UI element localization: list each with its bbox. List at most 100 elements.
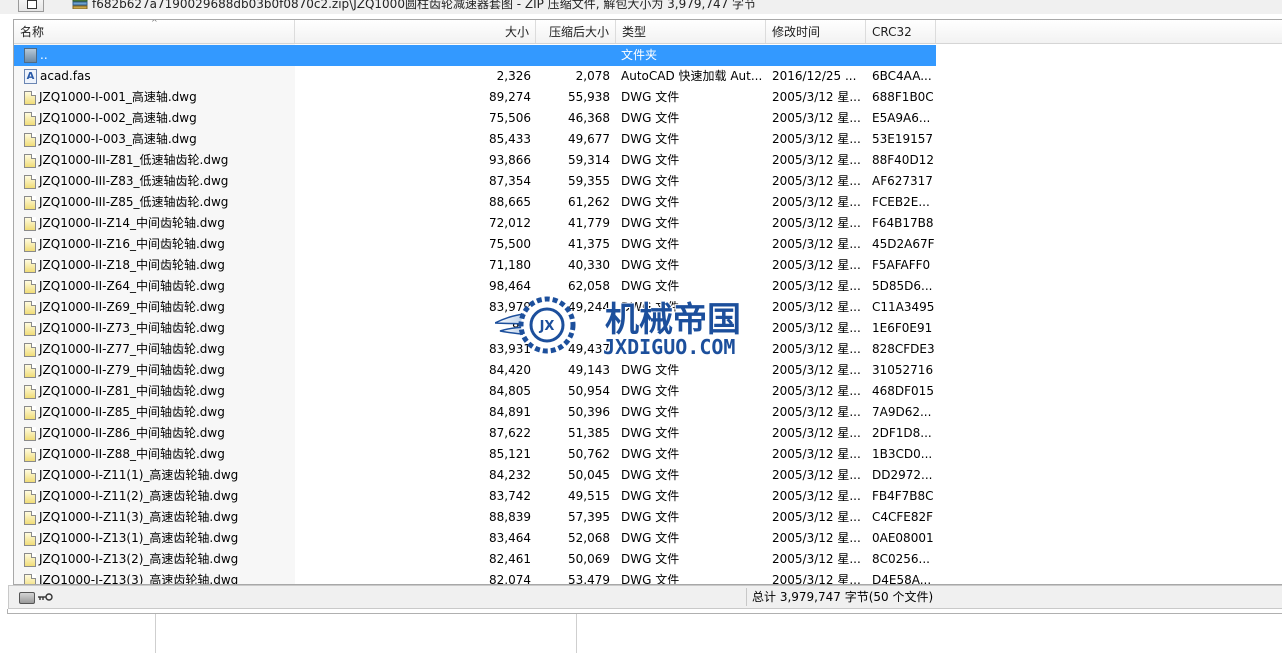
file-name: JZQ1000-II-Z64_中间轴齿轮.dwg — [39, 279, 225, 293]
file-name: JZQ1000-II-Z69_中间轴齿轮.dwg — [39, 300, 225, 314]
file-type: DWG 文件 — [621, 90, 680, 104]
file-row[interactable]: JZQ1000-II-Z85_中间轴齿轮.dwg 84,891 50,396 DWG … — [14, 402, 936, 423]
file-size: 93,866 — [489, 153, 531, 167]
file-row[interactable]: JZQ1000-I-Z13(3)_高速齿轮轴.dwg 82,074 53,479 DW… — [14, 570, 936, 585]
file-size: 84,232 — [489, 468, 531, 482]
path-bar: f682b627a7190029688db03b0f0870c2.zip\JZQ… — [0, 0, 1282, 14]
file-modified: 2005/3/12 星... — [772, 552, 861, 566]
file-row[interactable]: JZQ1000-II-Z79_中间轴齿轮.dwg 84,420 49,143 DWG … — [14, 360, 936, 381]
file-row[interactable]: JZQ1000-I-Z13(1)_高速齿轮轴.dwg 83,464 52,068 DW… — [14, 528, 936, 549]
file-crc32: 1E6F0E91 — [872, 321, 933, 335]
file-crc32: 5D85D6... — [872, 279, 933, 293]
dwg-file-icon — [24, 405, 36, 420]
file-type: DWG 文件 — [621, 510, 680, 524]
file-name: JZQ1000-III-Z83_低速轴齿轮.dwg — [39, 174, 229, 188]
parent-folder-row[interactable]: .. 文件夹 — [14, 45, 936, 66]
file-row[interactable]: JZQ1000-II-Z81_中间轴齿轮.dwg 84,805 50,954 DWG … — [14, 381, 936, 402]
window-border — [7, 609, 1282, 614]
file-row[interactable]: JZQ1000-II-Z77_中间轴齿轮.dwg 83,931 49,437 2005… — [14, 339, 936, 360]
file-type: DWG 文件 — [621, 195, 680, 209]
file-packed-size — [535, 318, 610, 339]
file-row[interactable]: JZQ1000-II-Z14_中间齿轮轴.dwg 72,012 41,779 DWG … — [14, 213, 936, 234]
file-size: 82,074 — [489, 573, 531, 585]
file-modified: 2005/3/12 星... — [772, 468, 861, 482]
file-crc32: AF627317 — [872, 174, 933, 188]
file-name: JZQ1000-I-001_高速轴.dwg — [39, 90, 197, 104]
file-list[interactable]: 名称 ^ 大小 压缩后大小 类型 修改时间 CRC32 .. 文件夹 Aacad… — [13, 19, 1282, 585]
file-row[interactable]: JZQ1000-I-Z11(3)_高速齿轮轴.dwg 88,839 57,395 DW… — [14, 507, 936, 528]
dwg-file-icon — [24, 363, 36, 378]
file-row[interactable]: Aacad.fas 2,326 2,078 AutoCAD 快速加载 Aut... 20… — [14, 66, 936, 87]
file-row[interactable]: JZQ1000-II-Z73_中间轴齿轮.dwg 83, 2005/3/12 星..… — [14, 318, 936, 339]
file-modified: 2005/3/12 星... — [772, 384, 861, 398]
column-packed-label: 压缩后大小 — [548, 25, 609, 39]
column-name[interactable]: 名称 ^ — [14, 20, 295, 43]
file-row[interactable]: JZQ1000-I-003_高速轴.dwg 85,433 49,677 DWG 文件 2… — [14, 129, 936, 150]
dwg-file-icon — [24, 300, 36, 315]
file-row[interactable]: JZQ1000-III-Z81_低速轴齿轮.dwg 93,866 59,314 DWG… — [14, 150, 936, 171]
file-packed-size: 62,058 — [568, 279, 610, 293]
dwg-file-icon — [24, 237, 36, 252]
file-modified: 2005/3/12 星... — [772, 111, 861, 125]
file-row[interactable]: JZQ1000-II-Z69_中间轴齿轮.dwg 83,979 49,244 DWG … — [14, 297, 936, 318]
file-row[interactable]: JZQ1000-I-001_高速轴.dwg 89,274 55,938 DWG 文件 2… — [14, 87, 936, 108]
column-crc32[interactable]: CRC32 — [866, 20, 936, 43]
file-type: DWG 文件 — [621, 552, 680, 566]
column-type[interactable]: 类型 — [616, 20, 766, 43]
file-row[interactable]: JZQ1000-II-Z18_中间齿轮轴.dwg 71,180 40,330 DWG … — [14, 255, 936, 276]
file-row[interactable]: JZQ1000-II-Z86_中间轴齿轮.dwg 87,622 51,385 DWG … — [14, 423, 936, 444]
file-size: 85,433 — [489, 132, 531, 146]
file-size: 88,839 — [489, 510, 531, 524]
file-type: DWG 文件 — [621, 279, 680, 293]
file-modified: 2005/3/12 星... — [772, 258, 861, 272]
file-crc32: 2DF1D8... — [872, 426, 932, 440]
column-packed-size[interactable]: 压缩后大小 — [536, 20, 616, 43]
file-type: DWG 文件 — [621, 384, 680, 398]
dwg-file-icon — [24, 510, 36, 525]
file-size: 87,354 — [489, 174, 531, 188]
file-name: acad.fas — [40, 69, 91, 83]
dwg-file-icon — [24, 468, 36, 483]
drive-icon[interactable] — [19, 592, 35, 604]
file-modified: 2005/3/12 星... — [772, 447, 861, 461]
file-name: JZQ1000-I-Z11(3)_高速齿轮轴.dwg — [39, 510, 239, 524]
file-type — [621, 318, 766, 339]
file-type: DWG 文件 — [621, 132, 680, 146]
file-row[interactable]: JZQ1000-II-Z64_中间轴齿轮.dwg 98,464 62,058 DWG … — [14, 276, 936, 297]
status-summary: 总计 3,979,747 字节(50 个文件) — [752, 590, 934, 604]
file-size: 88,665 — [489, 195, 531, 209]
file-packed-size: 49,244 — [568, 300, 610, 314]
file-crc32: D4E58A... — [872, 573, 932, 585]
file-crc32: DD2972... — [872, 468, 933, 482]
file-row[interactable]: JZQ1000-I-Z13(2)_高速齿轮轴.dwg 82,461 50,069 DW… — [14, 549, 936, 570]
file-row[interactable]: JZQ1000-I-Z11(1)_高速齿轮轴.dwg 84,232 50,045 DW… — [14, 465, 936, 486]
file-row[interactable]: JZQ1000-III-Z85_低速轴齿轮.dwg 88,665 61,262 DWG… — [14, 192, 936, 213]
column-modified[interactable]: 修改时间 — [766, 20, 866, 43]
file-packed-size: 59,355 — [568, 174, 610, 188]
file-row[interactable]: JZQ1000-I-002_高速轴.dwg 75,506 46,368 DWG 文件 2… — [14, 108, 936, 129]
dwg-file-icon — [24, 447, 36, 462]
file-crc32: 0AE08001 — [872, 531, 934, 545]
dwg-file-icon — [24, 342, 36, 357]
status-bar: 总计 3,979,747 字节(50 个文件) — [8, 585, 1282, 609]
file-modified: 2005/3/12 星... — [772, 195, 861, 209]
dwg-file-icon — [24, 195, 36, 210]
column-size[interactable]: 大小 — [295, 20, 536, 43]
key-icon[interactable] — [37, 593, 53, 601]
file-row[interactable]: JZQ1000-II-Z88_中间轴齿轮.dwg 85,121 50,762 DWG … — [14, 444, 936, 465]
column-type-label: 类型 — [622, 25, 647, 39]
up-level-button[interactable] — [18, 0, 44, 12]
file-row[interactable]: JZQ1000-III-Z83_低速轴齿轮.dwg 87,354 59,355 DWG… — [14, 171, 936, 192]
file-size: 85,121 — [489, 447, 531, 461]
file-size: 84,805 — [489, 384, 531, 398]
file-packed-size: 50,762 — [568, 447, 610, 461]
file-row[interactable]: JZQ1000-I-Z11(2)_高速齿轮轴.dwg 83,742 49,515 DW… — [14, 486, 936, 507]
file-modified: 2005/3/12 星... — [772, 489, 861, 503]
sort-ascending-icon: ^ — [151, 19, 158, 27]
column-crc-label: CRC32 — [872, 25, 912, 39]
file-name: .. — [40, 48, 48, 62]
file-packed-size: 49,677 — [568, 132, 610, 146]
file-row[interactable]: JZQ1000-II-Z16_中间齿轮轴.dwg 75,500 41,375 DWG … — [14, 234, 936, 255]
dwg-file-icon — [24, 426, 36, 441]
file-size: 83, — [511, 321, 531, 335]
